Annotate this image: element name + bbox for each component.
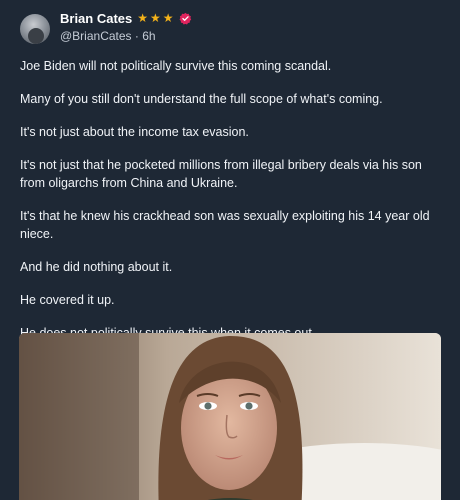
post-paragraph: It's not just about the income tax evasi… [20,125,249,139]
author-meta: Brian Cates ★ ★ ★ @BrianCates · 6h [60,10,192,43]
post-media-image[interactable] [19,333,441,500]
post-paragraph: It's not just that he pocketed millions … [20,158,422,190]
post-body: Joe Biden will not politically survive t… [20,57,450,342]
star-icon: ★ [150,11,161,25]
post-paragraph: He covered it up. [20,293,115,307]
avatar[interactable] [20,14,50,44]
post-paragraph: Joe Biden will not politically survive t… [20,59,332,73]
post-paragraph: And he did nothing about it. [20,260,173,274]
post-card: Brian Cates ★ ★ ★ @BrianCates · 6h Joe B… [0,0,460,500]
star-icon: ★ [137,11,149,25]
post-timestamp[interactable]: 6h [142,29,155,43]
post-paragraph: It's that he knew his crackhead son was … [20,209,430,241]
star-icon: ★ [162,11,174,25]
name-row: Brian Cates ★ ★ ★ [60,10,192,26]
author-display-name[interactable]: Brian Cates [60,11,132,26]
post-paragraph: Many of you still don't understand the f… [20,92,383,106]
post-header: Brian Cates ★ ★ ★ @BrianCates · 6h [20,10,192,44]
media-picture [19,333,441,500]
author-handle[interactable]: @BrianCates [60,29,132,43]
meta-separator: · [134,29,139,43]
verified-badge-icon [179,12,191,25]
author-subline: @BrianCates · 6h [60,29,192,43]
